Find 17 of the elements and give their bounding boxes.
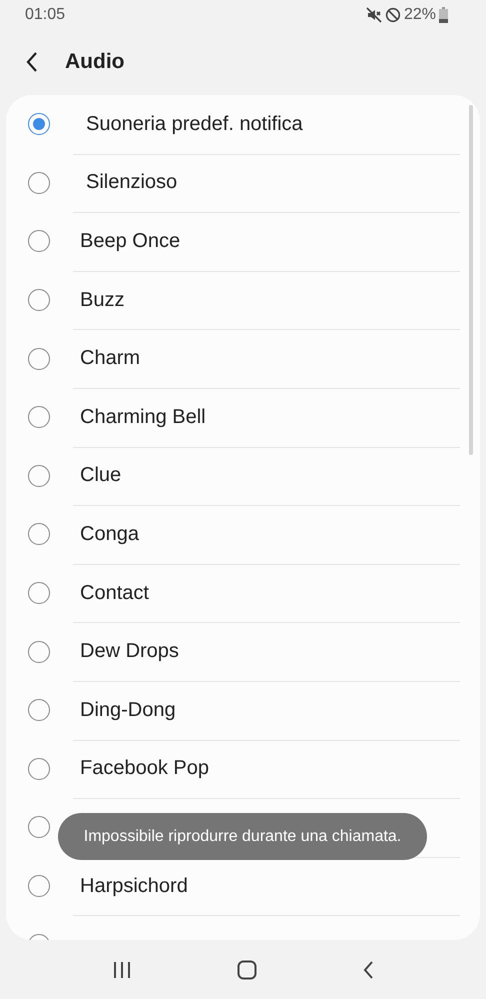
ringtone-label: Charm	[80, 347, 140, 370]
page-title: Audio	[65, 50, 124, 74]
ringtone-label: Dew Drops	[80, 640, 179, 664]
message-toast: Impossibile riprodurre durante una chiamata.	[58, 813, 427, 860]
ringtone-label: Harpsichord	[80, 874, 188, 898]
ringtone-label: Facebook Pop	[80, 757, 209, 780]
ringtone-label: Beep Once	[80, 230, 180, 253]
ringtone-label: Conga	[80, 522, 139, 546]
ringtone-label: Suoneria predef. notifica	[86, 112, 303, 136]
ringtone-label: Charming Bell	[80, 406, 206, 429]
ringtone-label: Buzz	[80, 288, 124, 312]
ringtone-label: Contact	[80, 582, 149, 605]
ringtone-label: Silenzioso	[86, 171, 178, 194]
battery-percent: 22%	[404, 6, 436, 24]
ringtone-label: Clue	[80, 464, 122, 488]
ringtone-label: Ding-Dong	[80, 698, 176, 722]
status-time: 01:05	[25, 6, 66, 24]
